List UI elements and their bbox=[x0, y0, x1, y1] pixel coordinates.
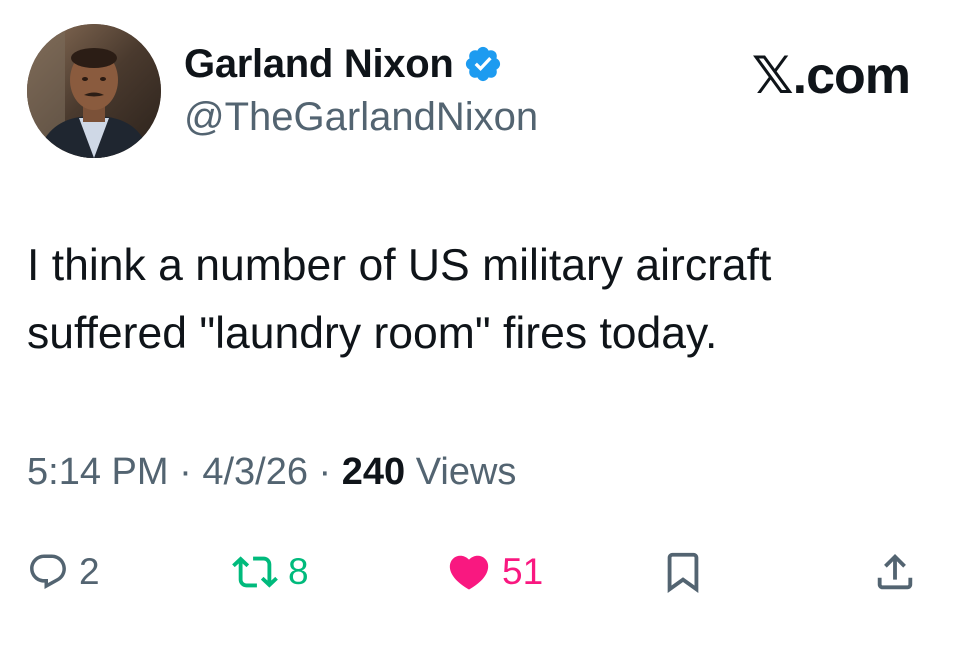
reply-icon bbox=[27, 551, 69, 593]
verified-badge-icon bbox=[463, 44, 503, 84]
repost-icon bbox=[232, 549, 278, 595]
views-label: Views bbox=[405, 451, 517, 493]
tweet-text-line: I think a number of US military aircraft bbox=[27, 241, 772, 290]
reply-count: 2 bbox=[79, 551, 100, 592]
author-name-row: Garland Nixon bbox=[184, 40, 503, 88]
tweet-meta: 5:14 PM · 4/3/26 · 240 Views bbox=[27, 448, 516, 496]
x-logo-glyph: 𝕏 bbox=[751, 46, 794, 106]
action-bar: 2 8 51 bbox=[0, 540, 960, 604]
share-button[interactable] bbox=[872, 540, 918, 604]
meta-separator: · bbox=[168, 451, 203, 493]
tweet-text: I think a number of US military aircraft… bbox=[27, 232, 927, 368]
meta-separator: · bbox=[307, 451, 342, 493]
repost-button[interactable]: 8 bbox=[232, 540, 309, 604]
avatar[interactable] bbox=[27, 24, 161, 158]
heart-icon bbox=[446, 549, 492, 595]
views-count: 240 bbox=[341, 451, 406, 493]
repost-count: 8 bbox=[288, 551, 309, 592]
brand-logo: 𝕏.com bbox=[751, 46, 911, 106]
reply-button[interactable]: 2 bbox=[27, 540, 100, 604]
like-button[interactable]: 51 bbox=[446, 540, 543, 604]
like-count: 51 bbox=[502, 551, 544, 592]
bookmark-icon bbox=[660, 549, 706, 595]
bookmark-button[interactable] bbox=[660, 540, 706, 604]
tweet-date[interactable]: 4/3/26 bbox=[202, 451, 308, 493]
author-handle[interactable]: @TheGarlandNixon bbox=[184, 92, 538, 142]
tweet-text-line: suffered "laundry room" fires today. bbox=[27, 309, 718, 358]
tweet-time[interactable]: 5:14 PM bbox=[27, 451, 169, 493]
author-display-name[interactable]: Garland Nixon bbox=[184, 40, 454, 88]
brand-suffix: .com bbox=[792, 47, 911, 105]
share-icon bbox=[872, 549, 918, 595]
